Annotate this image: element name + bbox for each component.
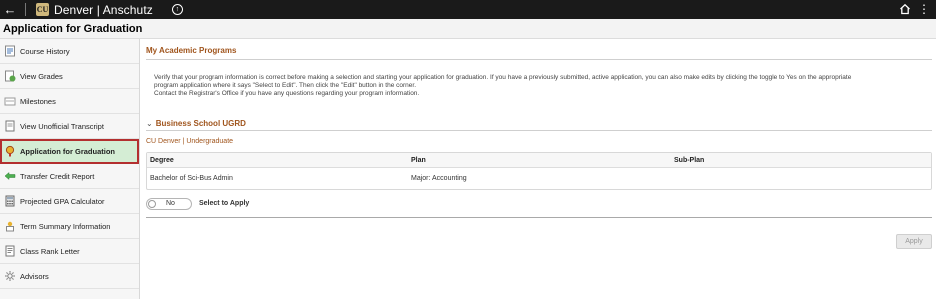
chevron-down-icon[interactable]: ⌄: [146, 119, 153, 128]
letter-icon: [5, 245, 15, 257]
calculator-icon: [5, 195, 15, 207]
home-icon[interactable]: [899, 3, 911, 15]
column-header-plan: Plan: [411, 156, 426, 164]
sidebar-item-milestones[interactable]: Milestones: [0, 89, 139, 114]
topbar-divider: [25, 3, 26, 16]
sidebar-item-class-rank-letter[interactable]: Class Rank Letter: [0, 239, 139, 264]
instruction-line: Contact the Registrar's Office if you ha…: [154, 90, 420, 97]
more-vertical-icon[interactable]: ⋮: [918, 2, 930, 16]
grades-icon: [5, 70, 16, 82]
cu-logo: CU: [36, 3, 49, 16]
term-summary-icon: [6, 221, 14, 232]
sidebar-item-label: Application for Graduation: [20, 146, 115, 156]
toggle-value: No: [166, 200, 175, 207]
document-list-icon: [5, 45, 15, 57]
sidebar-item-view-grades[interactable]: View Grades: [0, 64, 139, 89]
top-bar: ← CU Denver | Anschutz ↑ ⋮: [0, 0, 936, 19]
column-header-sub-plan: Sub-Plan: [674, 156, 705, 164]
sidebar-item-label: Projected GPA Calculator: [20, 196, 105, 206]
sidebar-item-label: Course History: [20, 46, 70, 56]
school-group-header[interactable]: ⌄ Business School UGRD: [146, 117, 932, 129]
toggle-knob: [148, 199, 156, 208]
school-title: Business School UGRD: [155, 118, 246, 128]
sidebar: Course History View Grades Milestones Vi…: [0, 39, 140, 299]
table-header: Degree Plan Sub-Plan: [147, 153, 931, 168]
sidebar-item-advisors[interactable]: Advisors: [0, 264, 139, 289]
section-divider: [146, 59, 932, 60]
sidebar-item-projected-gpa-calculator[interactable]: Projected GPA Calculator: [0, 189, 139, 214]
sidebar-item-course-history[interactable]: Course History: [0, 39, 139, 64]
select-to-apply-row: No Select to Apply: [146, 197, 932, 210]
cell-degree: Bachelor of Sci-Bus Admin: [150, 175, 233, 182]
brand-title[interactable]: Denver | Anschutz: [54, 3, 153, 17]
table-row: Bachelor of Sci-Bus Admin Major: Account…: [147, 168, 931, 189]
sidebar-item-label: View Unofficial Transcript: [20, 121, 104, 131]
main-content: My Academic Programs Verify that your pr…: [146, 46, 932, 218]
sidebar-item-label: View Grades: [20, 71, 63, 81]
sidebar-item-transfer-credit-report[interactable]: Transfer Credit Report: [0, 164, 139, 189]
content-divider: [146, 217, 932, 218]
arrow-transfer-icon: [4, 171, 16, 181]
graduation-icon: [5, 145, 15, 157]
sidebar-item-label: Advisors: [20, 271, 49, 281]
sidebar-item-label: Milestones: [20, 96, 56, 106]
advisors-icon: [5, 271, 15, 281]
sidebar-item-term-summary-information[interactable]: Term Summary Information: [0, 214, 139, 239]
help-icon[interactable]: ↑: [171, 4, 183, 15]
school-divider: [146, 130, 932, 131]
sidebar-item-view-unofficial-transcript[interactable]: View Unofficial Transcript: [0, 114, 139, 139]
toggle-label: Select to Apply: [199, 200, 250, 207]
instruction-line: program application where it says "Selec…: [154, 82, 417, 89]
section-title: My Academic Programs: [146, 46, 237, 55]
cell-plan: Major: Accounting: [411, 175, 467, 182]
instruction-line: Verify that your program information is …: [154, 74, 852, 81]
programs-table: Degree Plan Sub-Plan Bachelor of Sci-Bus…: [146, 152, 932, 190]
sidebar-item-label: Class Rank Letter: [20, 246, 80, 256]
sidebar-item-label: Transfer Credit Report: [20, 171, 95, 181]
sidebar-item-application-for-graduation[interactable]: Application for Graduation: [0, 139, 139, 164]
instructions: Verify that your program information is …: [146, 74, 921, 98]
page-title: Application for Graduation: [0, 19, 936, 39]
sidebar-item-label: Term Summary Information: [20, 221, 111, 231]
transcript-icon: [5, 120, 15, 132]
column-header-degree: Degree: [150, 156, 174, 164]
apply-button[interactable]: Apply: [896, 234, 932, 249]
arrow-left-icon[interactable]: ←: [1, 0, 19, 19]
select-to-apply-toggle[interactable]: No: [146, 197, 192, 210]
milestones-icon: [4, 97, 16, 106]
career-label: CU Denver | Undergraduate: [146, 138, 234, 145]
